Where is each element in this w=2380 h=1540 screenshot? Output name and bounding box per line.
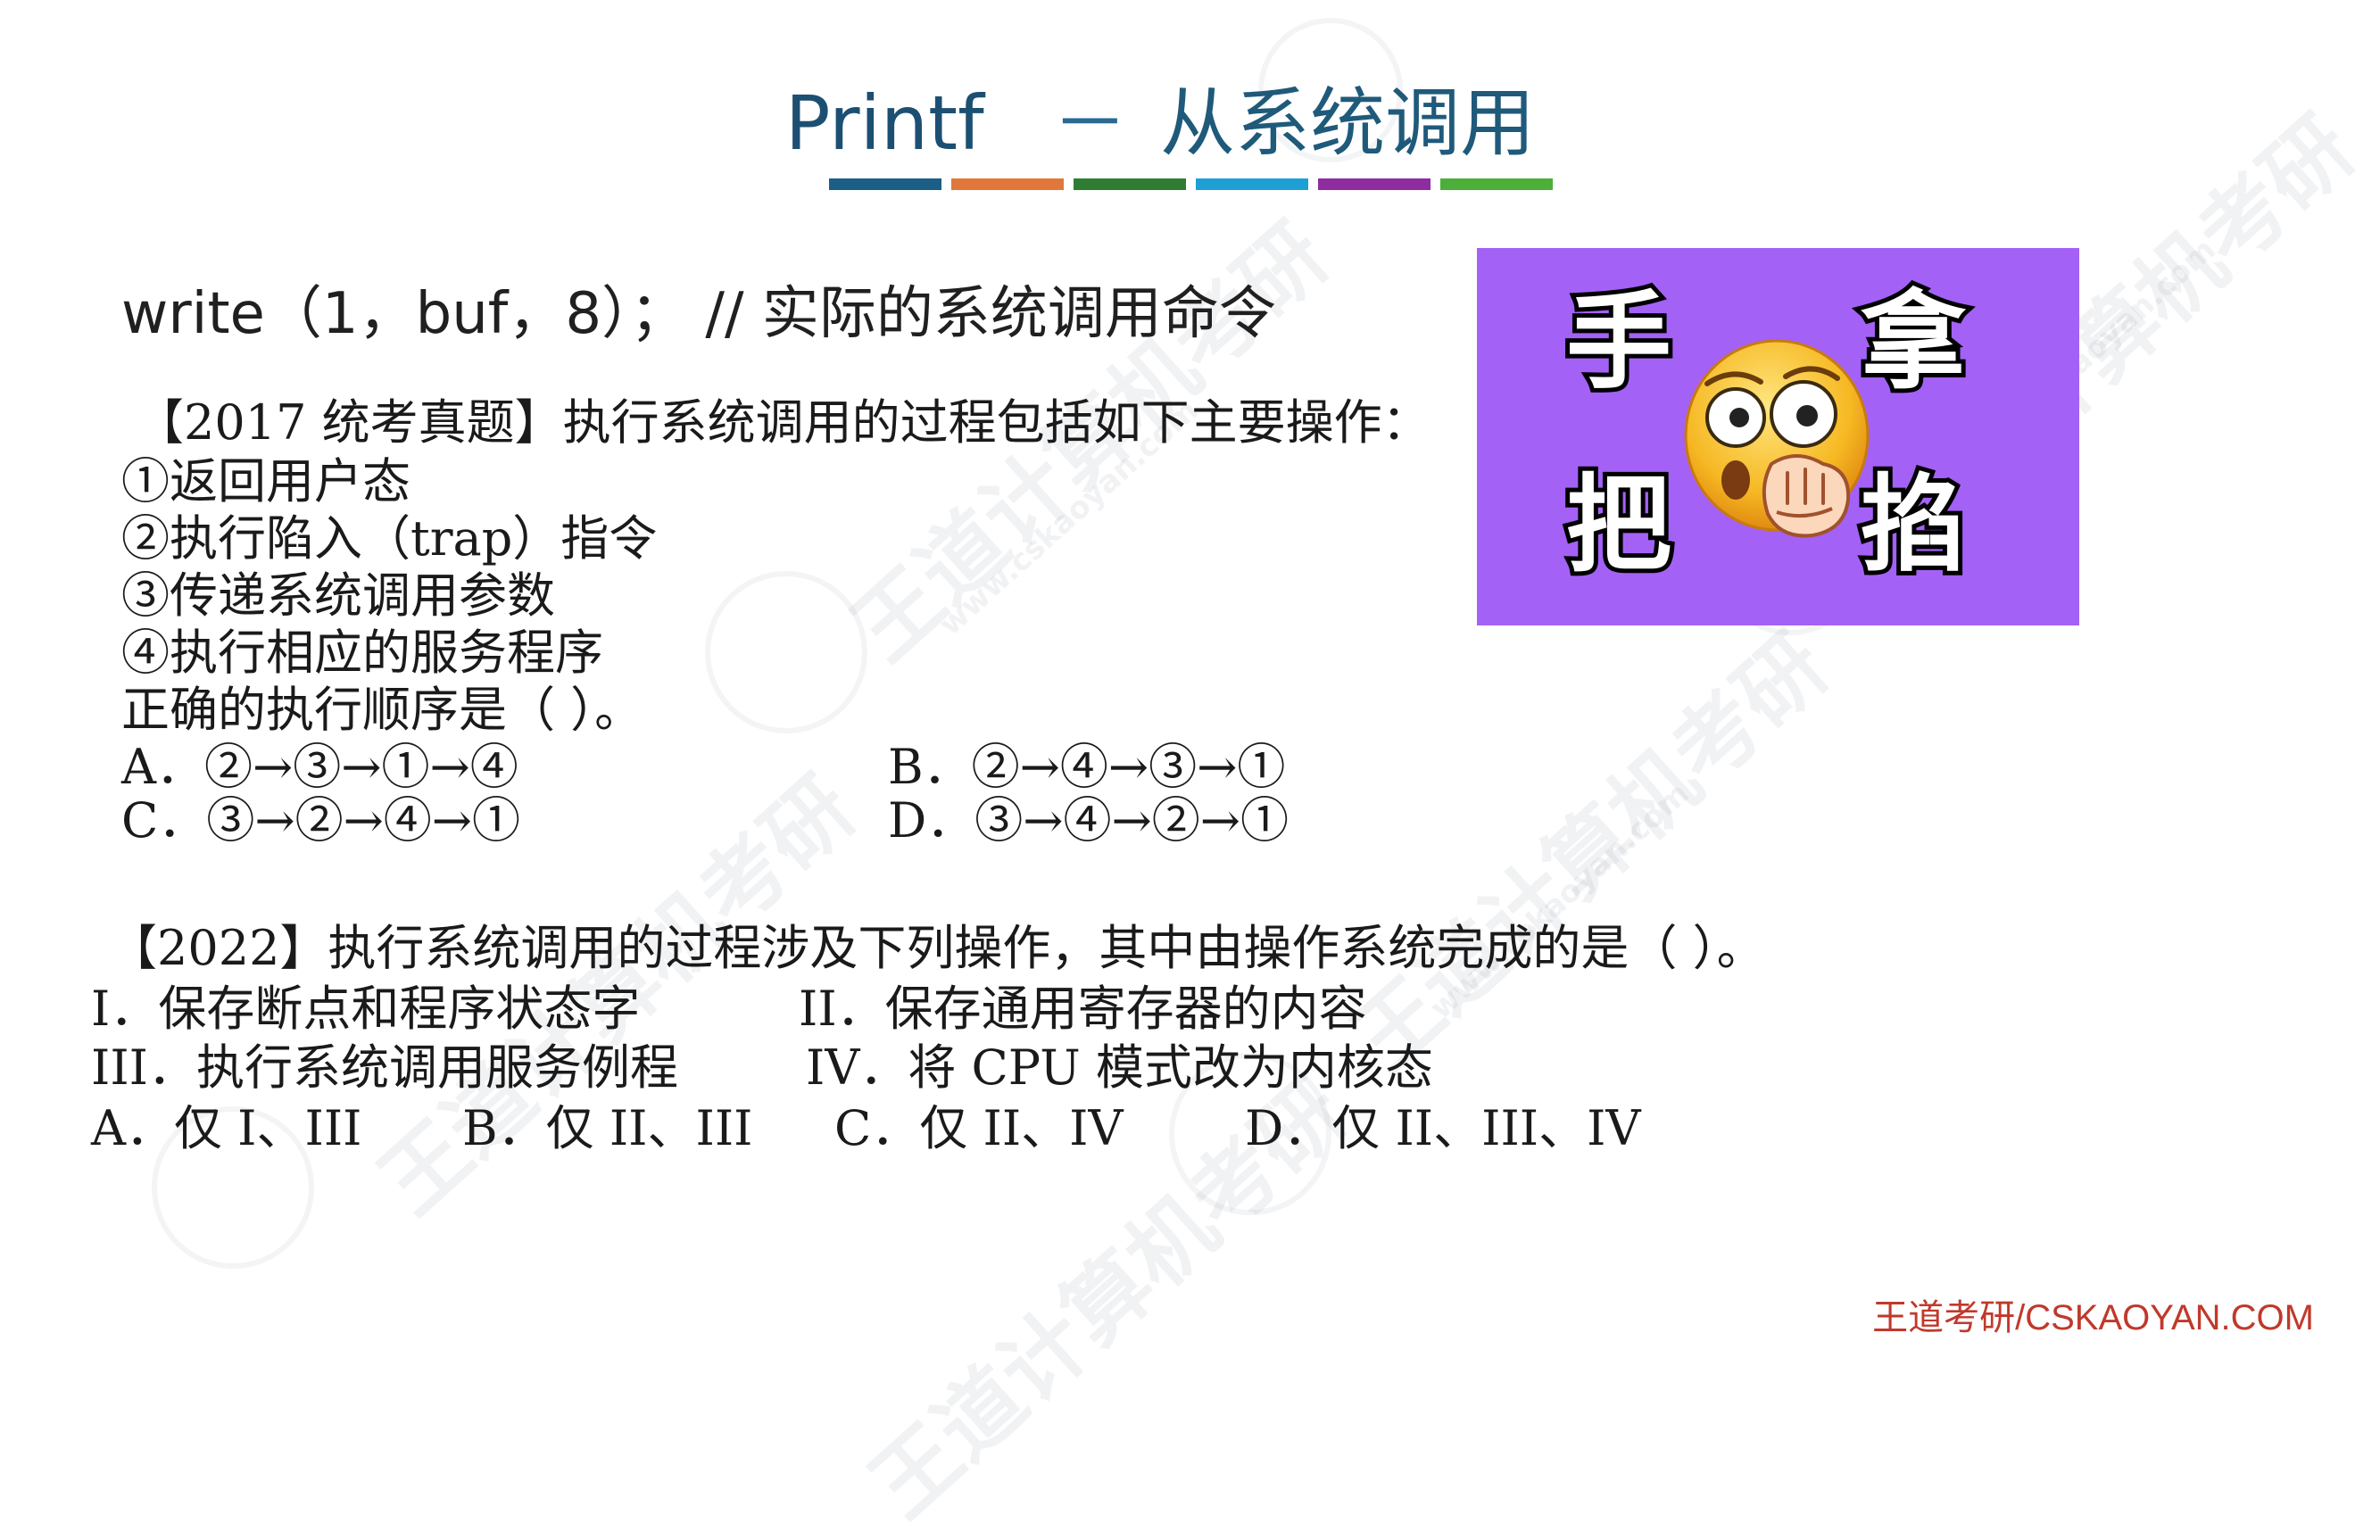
title-stripe: [829, 178, 941, 190]
meme-char-bottom-left: 把: [1562, 462, 1676, 587]
footer-brand: 王道考研/CSKAOYAN.COM: [1872, 1298, 2314, 1337]
title-stripe: [1196, 178, 1308, 190]
question-2017-step: ②执行陷入（trap）指令: [121, 510, 658, 567]
question-2022-option-a: A．仅 I、III: [91, 1100, 362, 1156]
question-2022-option-b: B．仅 II、III: [462, 1100, 753, 1156]
question-2022-item: I．保存断点和程序状态字: [91, 981, 641, 1037]
title-stripe: [1074, 178, 1186, 190]
shocked-face-fist-emoji-icon: [1684, 339, 1870, 538]
title-main: Printf: [784, 79, 984, 167]
question-2022-option-d: D．仅 II、III、IV: [1245, 1100, 1641, 1156]
question-2017-option-a: A．②→③→①→④: [121, 739, 518, 795]
question-2022-item: IV．将 CPU 模式改为内核态: [806, 1039, 1433, 1096]
question-2017-option-d: D．③→④→②→①: [888, 792, 1290, 849]
system-call-command: write（1，buf，8）； // 实际的系统调用命令: [121, 281, 1276, 347]
question-2022-header: 【2022】执行系统调用的过程涉及下列操作，其中由操作系统完成的是（ ）。: [109, 920, 1765, 976]
question-2017-step: ④执行相应的服务程序: [121, 625, 603, 681]
question-2022-item: II．保存通用寄存器的内容: [799, 981, 1367, 1037]
question-2017-step: ①返回用户态: [121, 453, 410, 509]
title-stripe: [1440, 178, 1553, 190]
meme-char-top-left: 手: [1562, 279, 1676, 404]
question-2022-item: III．执行系统调用服务例程: [91, 1039, 678, 1096]
question-2017-option-b: B．②→④→③→①: [888, 739, 1286, 795]
watermark-text: 王道计算机考研: [1333, 615, 1846, 1091]
title-stripe: [951, 178, 1064, 190]
question-2017-prompt: 正确的执行顺序是（ ）。: [121, 682, 643, 738]
question-2017-step: ③传递系统调用参数: [121, 567, 555, 624]
meme-image: 手 拿 把 掐: [1477, 248, 2079, 625]
watermark-url: www.cskaoyan.com: [1422, 775, 1696, 1027]
title-stripe: [1318, 178, 1430, 190]
question-2017-option-c: C．③→②→④→①: [121, 792, 521, 849]
title-separator: －: [1052, 79, 1128, 167]
slide-title: Printf － 从系统调用: [0, 79, 2320, 168]
question-2022-option-c: C．仅 II、IV: [834, 1100, 1124, 1156]
title-sub: 从系统调用: [1160, 79, 1536, 167]
question-2017-header: 【2017 统考真题】执行系统调用的过程包括如下主要操作：: [136, 394, 1430, 451]
watermark-seal-icon: [705, 571, 867, 733]
